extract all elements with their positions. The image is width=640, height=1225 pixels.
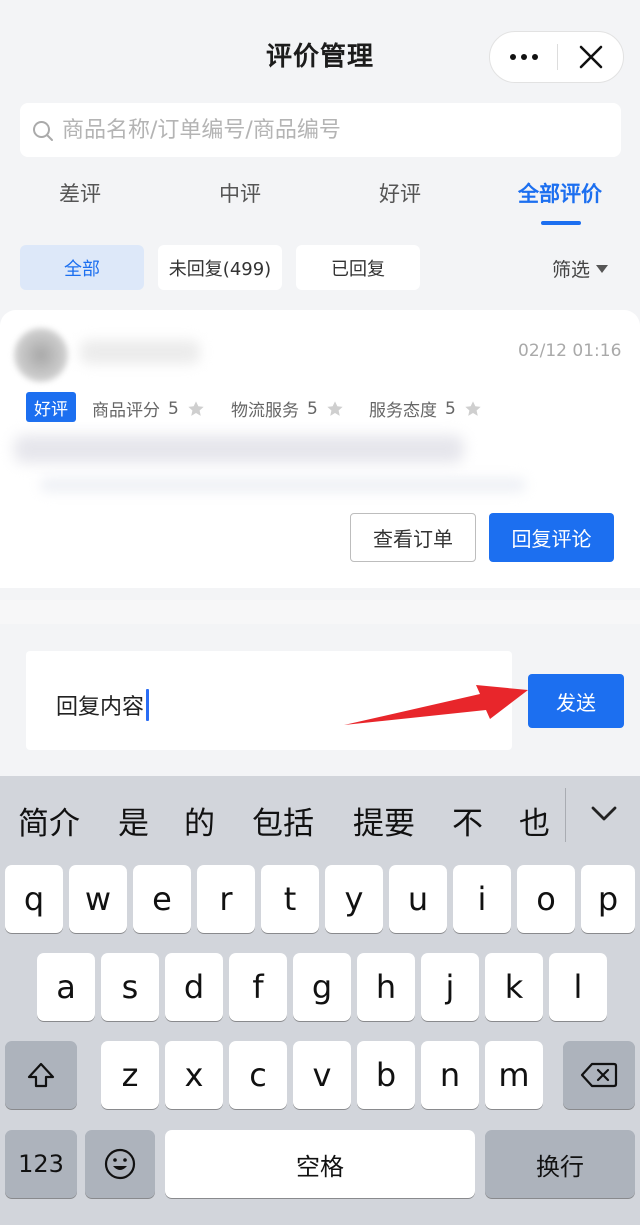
reply-review-button[interactable]: 回复评论	[489, 513, 614, 562]
space-key[interactable]: 空格	[165, 1130, 475, 1198]
reply-input-content: 回复内容	[56, 689, 150, 721]
caret-down-icon	[596, 264, 609, 273]
active-tab-indicator	[541, 221, 581, 225]
star-icon	[188, 400, 204, 416]
divider	[0, 600, 640, 624]
red-arrow-annotation	[344, 685, 528, 725]
candidate-divider	[565, 788, 566, 842]
review-card: 02/12 01:16 好评 商品评分 5 物流服务 5 服务态度 5 查看订单…	[0, 310, 640, 588]
service-rating: 服务态度 5	[369, 396, 482, 421]
rating-label: 物流服务	[231, 401, 299, 421]
search-bar[interactable]	[20, 103, 621, 157]
key-l[interactable]: l	[549, 953, 607, 1021]
blurred-username	[80, 340, 200, 364]
blurred-review-text	[40, 478, 526, 492]
candidate-word[interactable]: 提要	[353, 798, 415, 843]
more-dots-icon[interactable]	[490, 32, 557, 82]
key-r[interactable]: r	[197, 865, 255, 933]
filter-row: 全部 未回复(499) 已回复 筛选	[0, 245, 640, 291]
reply-input-value: 回复内容	[56, 695, 145, 720]
key-v[interactable]: v	[293, 1041, 351, 1109]
keyboard: 简介 是 的 包括 提要 不 也 q w e r t y u i o p a s…	[0, 776, 640, 1225]
avatar	[14, 328, 68, 382]
logistics-rating: 物流服务 5	[231, 396, 344, 421]
rating-label: 商品评分	[92, 401, 160, 421]
key-o[interactable]: o	[517, 865, 575, 933]
key-b[interactable]: b	[357, 1041, 415, 1109]
review-time: 02/12 01:16	[518, 341, 622, 361]
key-x[interactable]: x	[165, 1041, 223, 1109]
key-q[interactable]: q	[5, 865, 63, 933]
product-rating: 商品评分 5	[92, 396, 205, 421]
shift-key[interactable]	[5, 1041, 77, 1109]
blurred-review-text	[14, 435, 464, 463]
rating-score: 5	[307, 398, 318, 419]
key-j[interactable]: j	[421, 953, 479, 1021]
key-f[interactable]: f	[229, 953, 287, 1021]
key-a[interactable]: a	[37, 953, 95, 1021]
key-y[interactable]: y	[325, 865, 383, 933]
key-g[interactable]: g	[293, 953, 351, 1021]
candidate-word[interactable]: 简介	[18, 798, 80, 843]
shift-icon	[27, 1062, 55, 1088]
key-i[interactable]: i	[453, 865, 511, 933]
backspace-key[interactable]	[563, 1041, 635, 1109]
tab-all-reviews[interactable]: 全部评价	[480, 178, 640, 208]
tab-neutral-reviews[interactable]: 中评	[160, 178, 320, 208]
filter-chip-unreplied[interactable]: 未回复(499)	[158, 245, 282, 290]
header: 评价管理 差评 中评 好评 全部评价 全部 未回复(499) 已回复 筛选	[0, 0, 640, 310]
numbers-key[interactable]: 123	[5, 1130, 77, 1198]
rating-label: 服务态度	[369, 401, 437, 421]
star-icon	[327, 400, 343, 416]
close-icon[interactable]	[558, 32, 624, 82]
key-k[interactable]: k	[485, 953, 543, 1021]
rating-badge: 好评	[26, 392, 76, 422]
key-e[interactable]: e	[133, 865, 191, 933]
chevron-down-icon[interactable]	[580, 790, 628, 838]
key-d[interactable]: d	[165, 953, 223, 1021]
key-m[interactable]: m	[485, 1041, 543, 1109]
search-input[interactable]	[62, 103, 612, 157]
candidate-word[interactable]: 不	[452, 798, 483, 843]
key-s[interactable]: s	[101, 953, 159, 1021]
rating-score: 5	[445, 398, 456, 419]
star-icon	[465, 400, 481, 416]
send-button[interactable]: 发送	[528, 674, 624, 728]
filter-chip-all[interactable]: 全部	[20, 245, 144, 290]
key-c[interactable]: c	[229, 1041, 287, 1109]
key-h[interactable]: h	[357, 953, 415, 1021]
candidate-word[interactable]: 的	[184, 798, 215, 843]
search-icon	[33, 121, 53, 141]
key-p[interactable]: p	[581, 865, 635, 933]
key-w[interactable]: w	[69, 865, 127, 933]
key-n[interactable]: n	[421, 1041, 479, 1109]
emoji-icon	[104, 1148, 136, 1180]
key-z[interactable]: z	[101, 1041, 159, 1109]
candidate-bar: 简介 是 的 包括 提要 不 也	[0, 776, 640, 862]
return-key[interactable]: 换行	[485, 1130, 635, 1198]
key-t[interactable]: t	[261, 865, 319, 933]
reply-bar: 回复内容 发送	[0, 624, 640, 776]
filter-dropdown[interactable]: 筛选	[552, 255, 609, 282]
filter-dropdown-label: 筛选	[552, 259, 591, 281]
emoji-key[interactable]	[85, 1130, 155, 1198]
view-order-button[interactable]: 查看订单	[350, 513, 476, 562]
backspace-icon	[580, 1062, 618, 1088]
candidate-word[interactable]: 包括	[252, 798, 314, 843]
tab-bad-reviews[interactable]: 差评	[0, 178, 160, 208]
review-tabs: 差评 中评 好评 全部评价	[0, 170, 640, 230]
filter-chip-replied[interactable]: 已回复	[296, 245, 420, 290]
candidate-word[interactable]: 是	[118, 798, 149, 843]
rating-score: 5	[168, 398, 179, 419]
mini-program-capsule	[489, 31, 624, 83]
tab-good-reviews[interactable]: 好评	[320, 178, 480, 208]
candidate-word[interactable]: 也	[519, 798, 550, 843]
text-cursor	[146, 689, 150, 721]
key-u[interactable]: u	[389, 865, 447, 933]
